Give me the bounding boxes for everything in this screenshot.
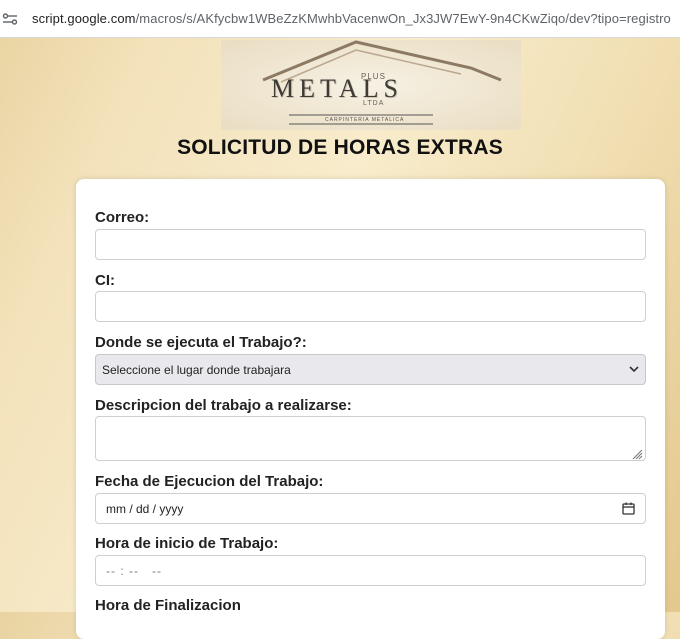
start-time-input[interactable]: -- : -- -- <box>95 555 646 586</box>
url-host: script.google.com <box>32 11 136 26</box>
resize-handle-icon[interactable] <box>632 447 643 460</box>
ci-field[interactable] <box>95 291 646 322</box>
logo-superscript: PLUS <box>361 72 386 81</box>
page-title: SOLICITUD DE HORAS EXTRAS <box>177 136 503 159</box>
form-card: Correo: CI: Donde se ejecuta el Trabajo?… <box>76 179 665 639</box>
date-placeholder: mm / dd / yyyy <box>106 501 184 516</box>
end-time-label: Hora de Finalizacion <box>95 597 241 614</box>
date-input[interactable]: mm / dd / yyyy <box>95 493 646 524</box>
calendar-icon[interactable] <box>622 502 635 515</box>
location-select[interactable]: Seleccione el lugar donde trabajara <box>95 354 646 385</box>
chevron-down-icon <box>629 366 639 373</box>
company-logo: METALS PLUS LTDA CARPINTERIA METALICA <box>221 40 521 130</box>
email-label: Correo: <box>95 209 150 226</box>
url-text[interactable]: script.google.com/macros/s/AKfycbw1WBeZz… <box>32 11 671 26</box>
logo-tagline: CARPINTERIA METALICA <box>325 117 405 123</box>
description-textarea[interactable] <box>95 416 646 461</box>
location-label: Donde se ejecuta el Trabajo?: <box>95 334 307 351</box>
site-settings-icon[interactable] <box>2 12 20 26</box>
start-time-placeholder: -- : -- -- <box>106 563 162 578</box>
ci-label: CI: <box>95 272 115 289</box>
date-label: Fecha de Ejecucion del Trabajo: <box>95 473 324 490</box>
address-bar[interactable]: script.google.com/macros/s/AKfycbw1WBeZz… <box>0 0 680 38</box>
start-time-label: Hora de inicio de Trabajo: <box>95 535 279 552</box>
logo-suffix: LTDA <box>363 100 385 107</box>
location-selected-value: Seleccione el lugar donde trabajara <box>102 362 291 377</box>
url-path: /macros/s/AKfycbw1WBeZzKMwhbVacenwOn_Jx3… <box>135 11 671 26</box>
email-field[interactable] <box>95 229 646 260</box>
description-label: Descripcion del trabajo a realizarse: <box>95 397 352 414</box>
